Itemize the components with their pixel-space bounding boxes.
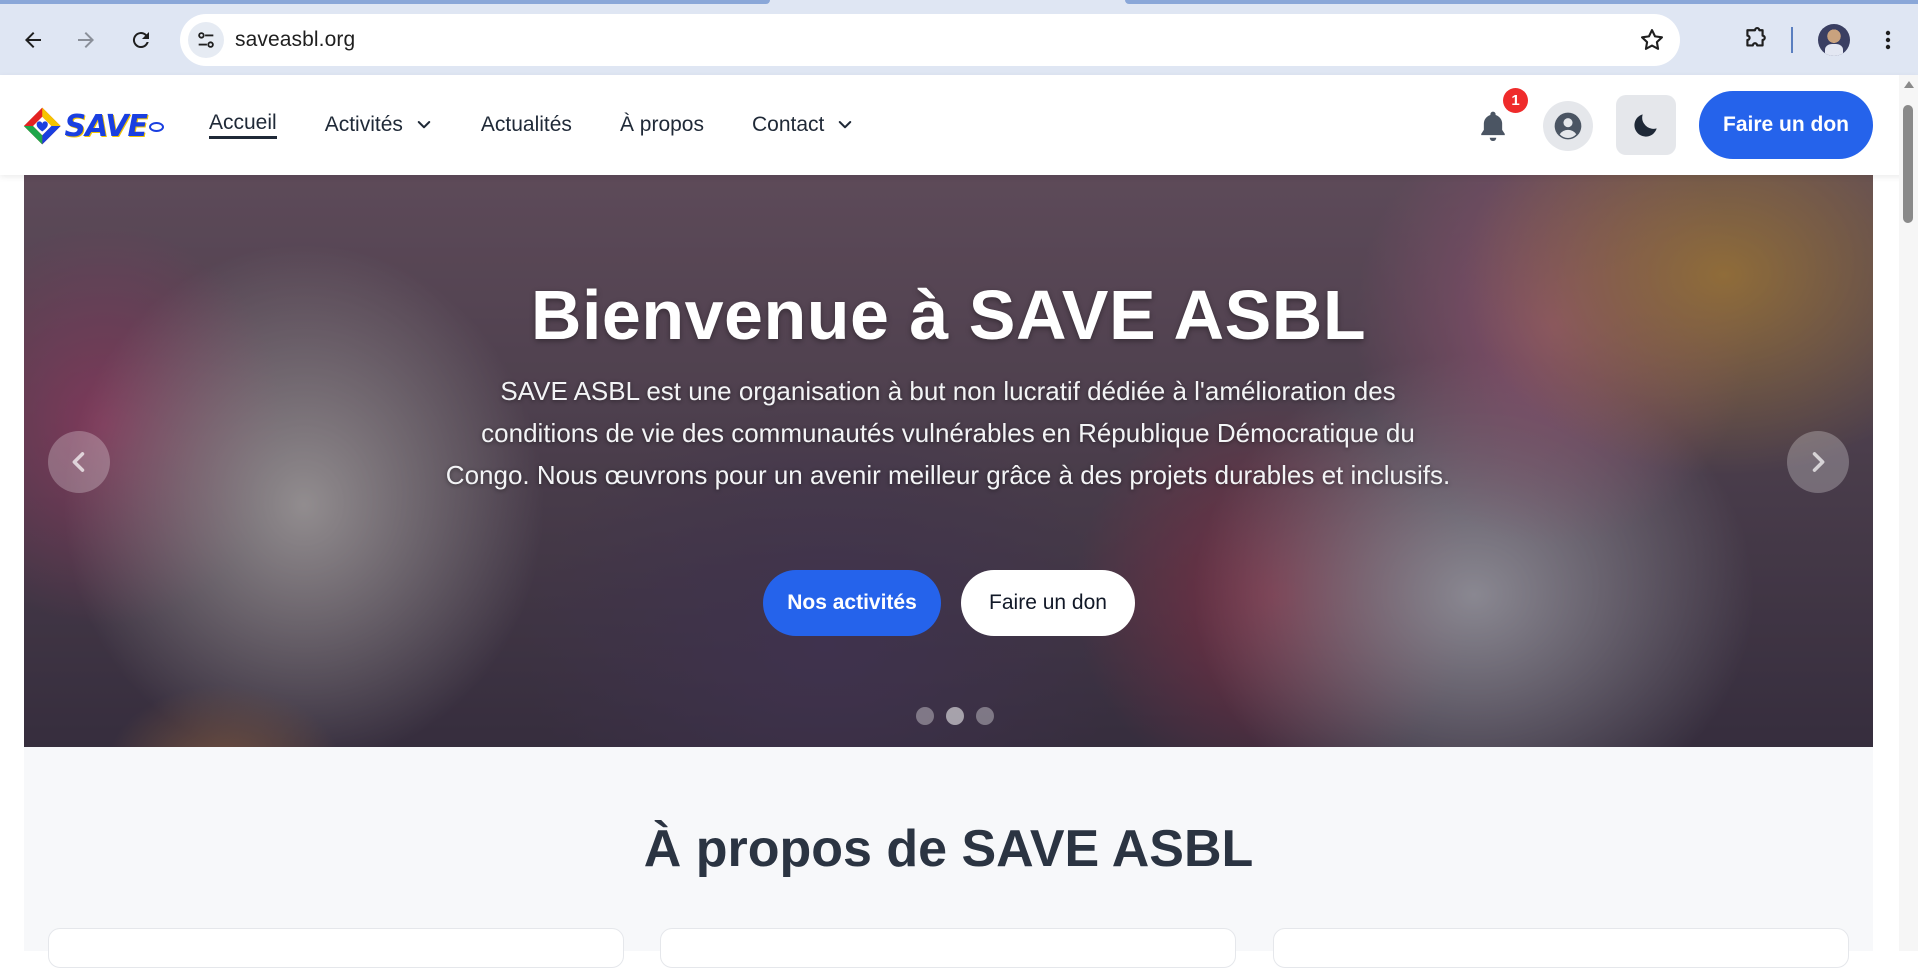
forward-icon	[78, 32, 94, 48]
carousel-indicators	[916, 707, 1006, 725]
carousel-prev-button[interactable]	[48, 431, 110, 493]
nav-a-propos[interactable]: À propos	[620, 113, 704, 137]
nav-activites[interactable]: Activités	[325, 113, 433, 137]
site-logo[interactable]: SAVE	[22, 101, 164, 151]
extensions-icon	[1746, 27, 1766, 47]
about-title: À propos de SAVE ASBL	[643, 820, 1254, 878]
page-scrollbar[interactable]	[1899, 75, 1918, 951]
main-nav: Accueil Activités Actualités À propos Co…	[209, 111, 902, 139]
activities-button[interactable]: Nos activités	[763, 570, 941, 636]
forward-button[interactable]	[66, 20, 106, 60]
profile-avatar[interactable]	[1818, 24, 1850, 56]
user-icon	[1554, 112, 1582, 140]
nav-accueil[interactable]: Accueil	[209, 111, 277, 139]
carousel-dot-1[interactable]	[916, 707, 934, 725]
chevron-right-icon	[1812, 452, 1825, 472]
hero-description: SAVE ASBL est une organisation à but non…	[445, 376, 1451, 490]
tab-edge-left[interactable]	[0, 0, 770, 4]
notification-badge: 1	[1503, 88, 1528, 113]
scroll-thumb[interactable]	[1903, 105, 1913, 223]
scroll-up-arrow-icon[interactable]	[1904, 81, 1914, 88]
logo-mark-icon	[23, 107, 61, 145]
donate-button-header[interactable]: Faire un don	[1699, 91, 1873, 159]
bookmark-star-icon[interactable]	[1638, 26, 1666, 54]
site-header: SAVE Accueil Activités Actualités À prop…	[0, 75, 1918, 175]
about-section: À propos de SAVE ASBL	[24, 747, 1873, 968]
address-bar[interactable]: saveasbl.org	[180, 14, 1680, 66]
chevron-down-icon	[839, 121, 852, 129]
more-menu-icon	[1885, 30, 1891, 50]
tab-edge-right[interactable]	[1125, 0, 1918, 4]
moon-icon	[1634, 114, 1657, 137]
chevron-left-icon	[72, 452, 85, 472]
nav-contact-label: Contact	[752, 113, 825, 136]
hero-carousel: Bienvenue à SAVE ASBL SAVE ASBL est une …	[24, 175, 1873, 747]
donate-button-hero[interactable]: Faire un don	[961, 570, 1135, 636]
carousel-dot-2[interactable]	[946, 707, 964, 725]
back-button[interactable]	[13, 20, 53, 60]
hero-title: Bienvenue à SAVE ASBL	[530, 276, 1367, 354]
nav-contact[interactable]: Contact	[752, 113, 854, 137]
notification-bell-icon[interactable]	[1477, 109, 1509, 143]
about-card-2	[660, 928, 1236, 968]
carousel-next-button[interactable]	[1787, 431, 1849, 493]
about-card-3	[1273, 928, 1849, 968]
nav-actualites[interactable]: Actualités	[481, 113, 572, 137]
carousel-dot-3[interactable]	[976, 707, 994, 725]
hero-content: Bienvenue à SAVE ASBL SAVE ASBL est une …	[24, 175, 1873, 747]
browser-chrome: saveasbl.org	[0, 0, 1918, 75]
extensions-button[interactable]	[1735, 20, 1775, 60]
dark-mode-toggle[interactable]	[1616, 95, 1676, 155]
about-card-1	[48, 928, 624, 968]
back-icon	[25, 32, 41, 48]
site-info-button[interactable]	[188, 22, 224, 58]
toolbar-divider	[1791, 27, 1793, 53]
nav-activites-label: Activités	[324, 113, 403, 136]
url-text[interactable]: saveasbl.org	[235, 28, 355, 52]
more-menu-button[interactable]	[1868, 20, 1908, 60]
site-info-icon	[198, 32, 214, 48]
reload-button[interactable]	[121, 20, 161, 60]
logo-wordmark: SAVE	[64, 108, 147, 144]
reload-icon	[132, 32, 149, 49]
chevron-down-icon	[417, 121, 431, 129]
logo-globe-icon	[148, 122, 164, 132]
user-account-button[interactable]	[1543, 101, 1593, 151]
tab-strip	[0, 0, 1918, 4]
